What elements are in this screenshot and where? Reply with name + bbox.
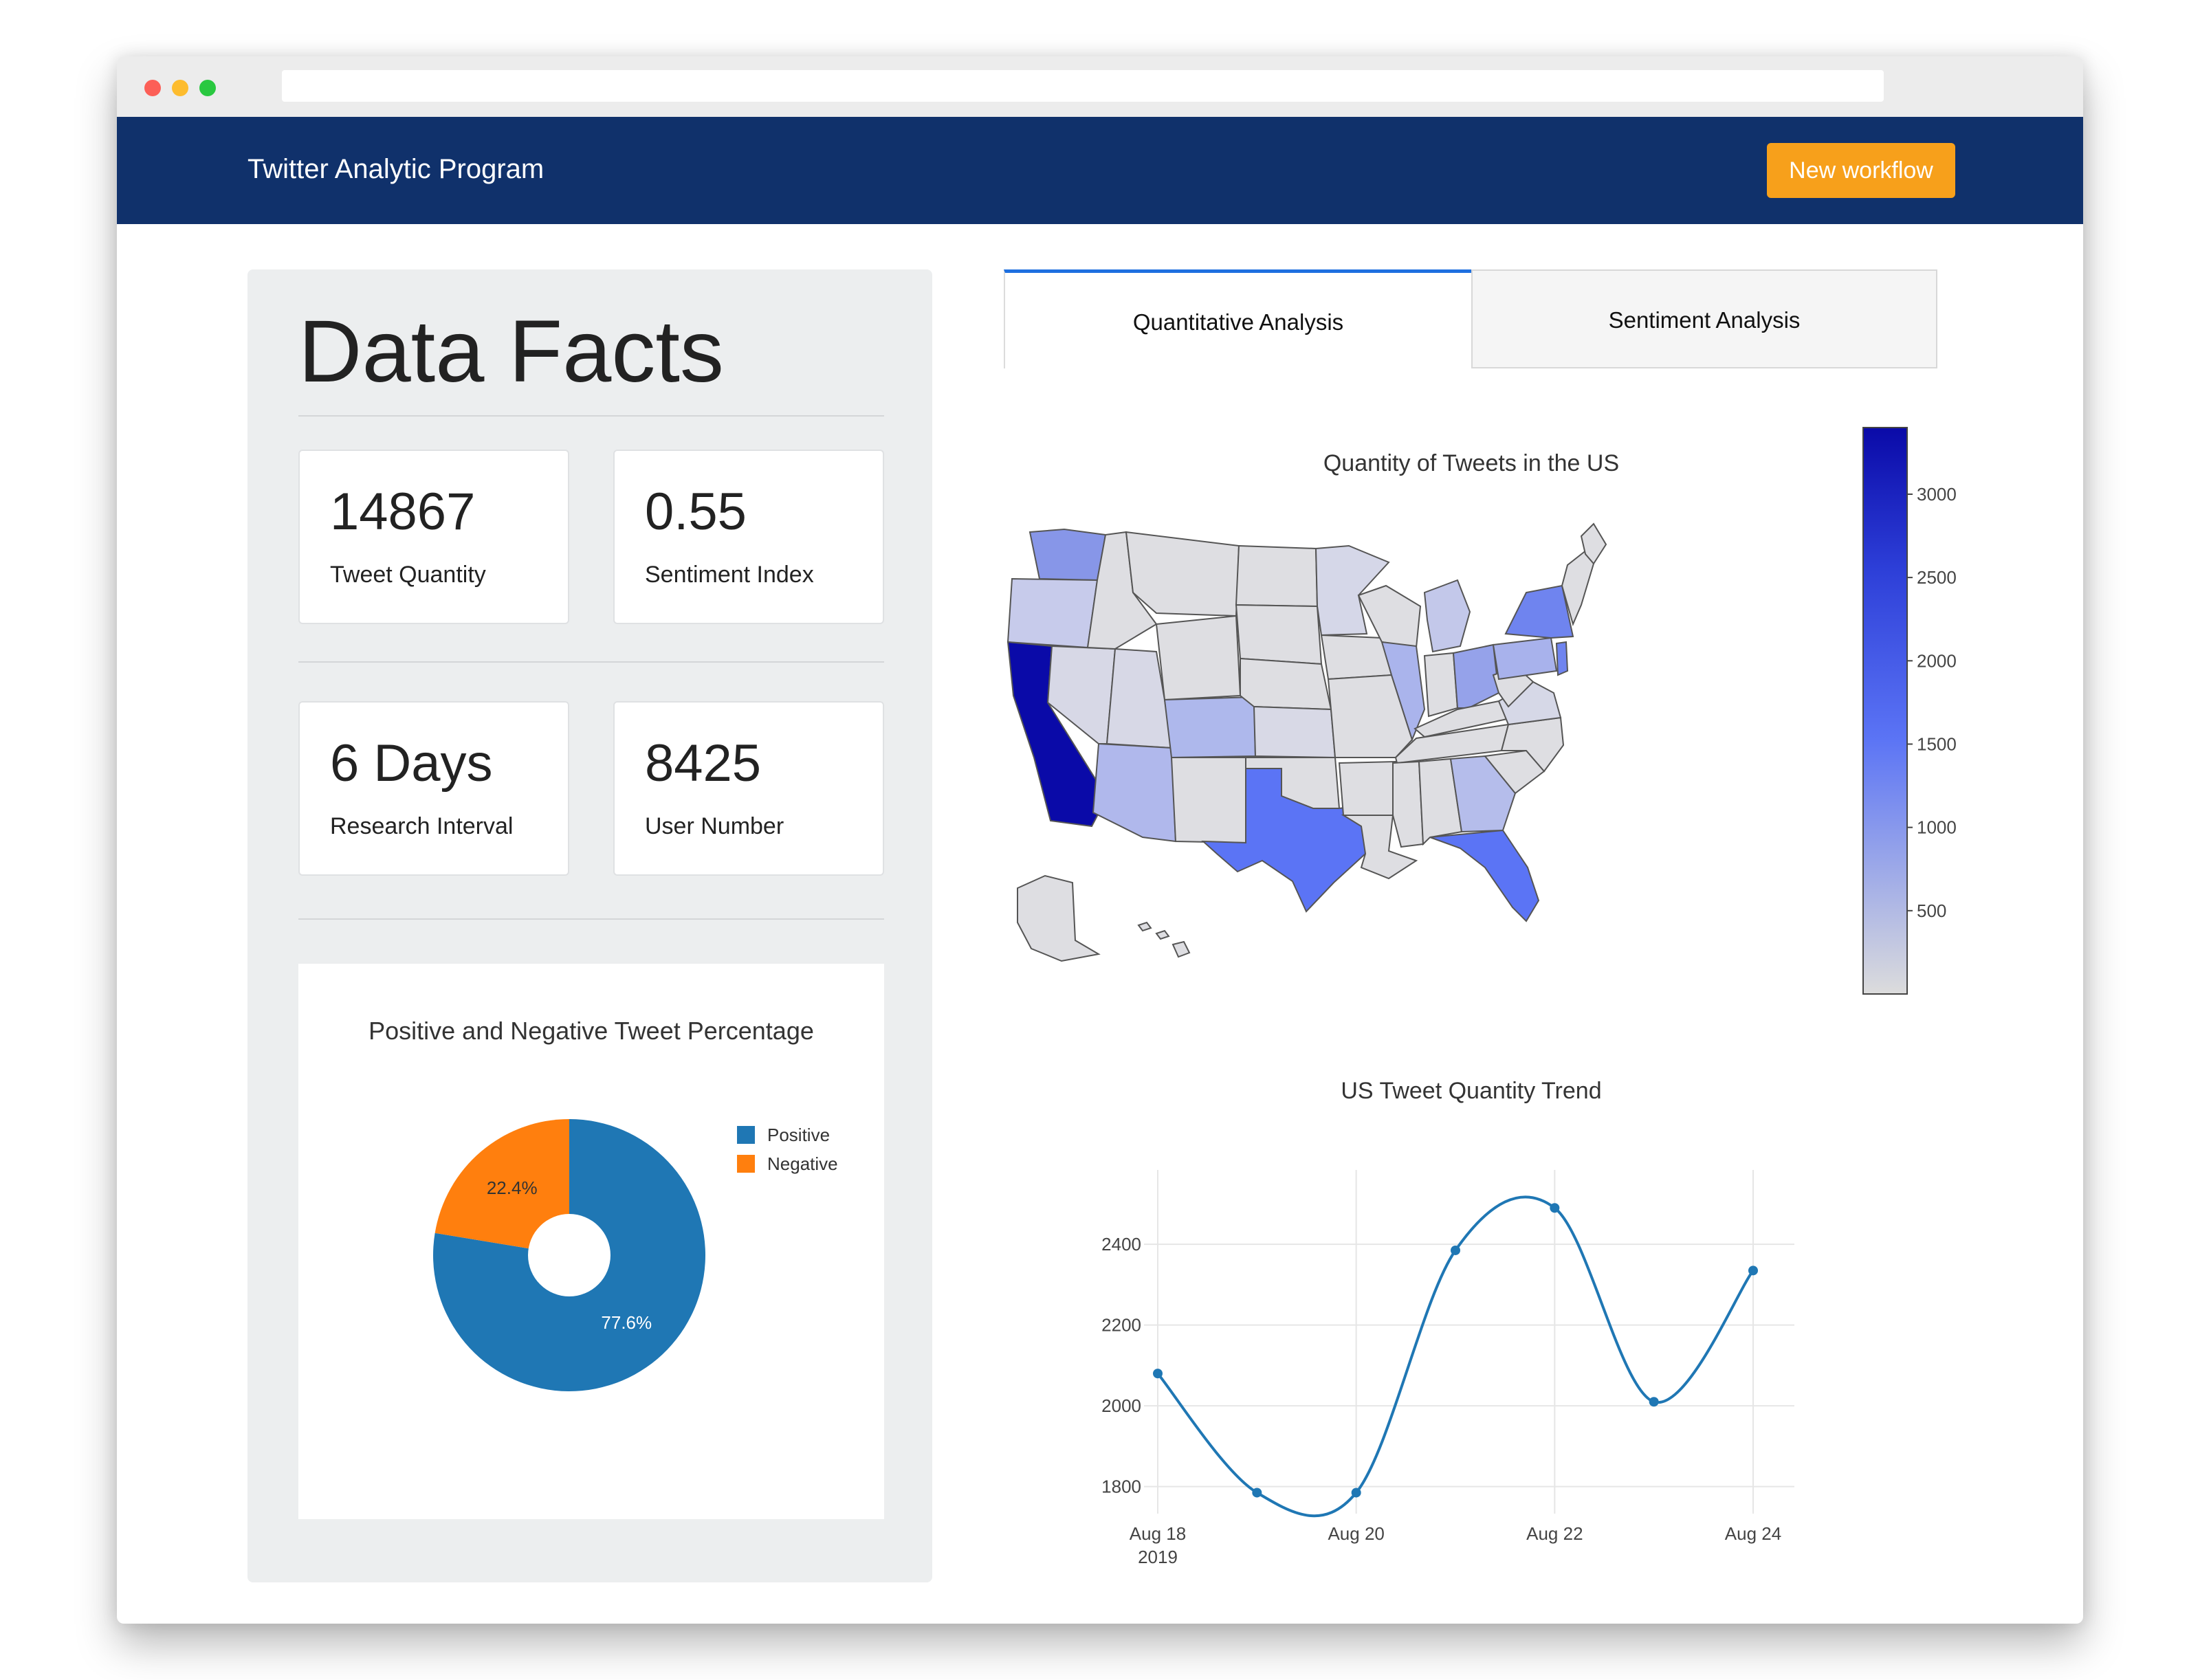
trend-data-point[interactable]	[1153, 1369, 1163, 1379]
colorbar-tick-label: 2000	[1917, 650, 1957, 671]
trend-data-point[interactable]	[1351, 1488, 1361, 1498]
x-tick-label: Aug 18	[1130, 1523, 1186, 1544]
pie-value-label: 77.6%	[601, 1312, 652, 1333]
us-choropleth-map: Quantity of Tweets in the US 30002500200…	[1006, 427, 1957, 995]
x-tick-label: Aug 24	[1725, 1523, 1781, 1544]
state-colorado[interactable]	[1163, 696, 1257, 759]
state-alaska[interactable]	[1017, 874, 1101, 962]
pie-value-label: 22.4%	[487, 1178, 538, 1198]
analysis-tabs: Quantitative Analysis Sentiment Analysis	[1004, 269, 1939, 368]
sentiment-index-card: 0.55 Sentiment Index	[613, 450, 884, 624]
browser-window: Twitter Analytic Program New workflow Da…	[117, 56, 2083, 1624]
tab-sentiment-analysis[interactable]: Sentiment Analysis	[1471, 269, 1937, 368]
data-facts-heading: Data Facts	[298, 302, 724, 401]
state-kansas[interactable]	[1253, 705, 1336, 759]
trend-chart-panel: US Tweet Quantity Trend Aug 18 2019 Aug 20…	[1004, 1019, 1939, 1582]
research-interval-card: 6 Days Research Interval	[298, 701, 569, 876]
sentiment-pie-chart: Positive and Negative Tweet Percentage 7…	[368, 1017, 838, 1391]
sentiment-index-value: 0.55	[645, 483, 747, 541]
colorbar-tick-label: 1500	[1917, 733, 1957, 754]
state-indiana[interactable]	[1423, 652, 1459, 718]
trend-line-chart: US Tweet Quantity Trend Aug 18 2019 Aug 20…	[1101, 1078, 1794, 1567]
tweet-quantity-card: 14867 Tweet Quantity	[298, 450, 569, 624]
tweet-quantity-label: Tweet Quantity	[330, 562, 486, 588]
us-map-panel: Quantity of Tweets in the US 3000 2500 2…	[1004, 386, 1966, 1019]
top-navbar: Twitter Analytic Program New workflow	[117, 117, 2083, 224]
app-title[interactable]: Twitter Analytic Program	[248, 150, 544, 188]
state-arkansas[interactable]	[1338, 760, 1397, 816]
state-new-mexico[interactable]	[1170, 757, 1246, 844]
state-new-york[interactable]	[1504, 584, 1574, 639]
state-arizona[interactable]	[1092, 742, 1177, 843]
state-washington[interactable]	[1028, 528, 1107, 582]
browser-chrome	[117, 56, 2083, 117]
user-number-value: 8425	[645, 734, 762, 793]
legend-swatch[interactable]	[737, 1155, 755, 1173]
x-tick-year-label: 2019	[1138, 1547, 1178, 1567]
state-ohio[interactable]	[1452, 643, 1500, 709]
map-title: Quantity of Tweets in the US	[1323, 450, 1619, 476]
data-facts-panel: Data Facts 14867 Tweet Quantity 0.55 Sen…	[248, 269, 932, 1582]
new-workflow-button[interactable]: New workflow	[1767, 143, 1955, 198]
divider	[298, 918, 884, 920]
minimize-window-icon[interactable]	[172, 80, 188, 96]
state-nebraska[interactable]	[1240, 657, 1332, 711]
legend-label[interactable]: Negative	[767, 1153, 838, 1174]
state-north-dakota[interactable]	[1235, 544, 1319, 608]
state-oregon[interactable]	[1006, 577, 1099, 649]
trend-data-point[interactable]	[1451, 1245, 1460, 1255]
x-tick-label: Aug 22	[1526, 1523, 1583, 1544]
pie-hole	[528, 1214, 610, 1296]
colorbar-tick-label: 500	[1917, 900, 1946, 921]
state-mississippi[interactable]	[1392, 760, 1424, 848]
y-tick-label: 1800	[1101, 1477, 1141, 1497]
pie-chart-title: Positive and Negative Tweet Percentage	[368, 1017, 814, 1045]
sentiment-index-label: Sentiment Index	[645, 562, 814, 588]
research-interval-label: Research Interval	[330, 813, 514, 839]
divider	[298, 661, 884, 663]
maximize-window-icon[interactable]	[199, 80, 216, 96]
divider	[298, 415, 884, 417]
sentiment-pie-card: Positive and Negative Tweet Percentage 7…	[298, 964, 884, 1519]
x-tick-label: Aug 20	[1328, 1523, 1384, 1544]
y-tick-label: 2200	[1101, 1315, 1141, 1336]
colorbar-tick-label: 1000	[1917, 817, 1957, 838]
state-new-jersey[interactable]	[1555, 641, 1569, 676]
state-hawaii[interactable]	[1137, 921, 1191, 958]
tab-quantitative-analysis[interactable]: Quantitative Analysis	[1004, 269, 1471, 368]
trend-data-point[interactable]	[1252, 1488, 1262, 1498]
tweet-quantity-value: 14867	[330, 483, 476, 541]
state-michigan[interactable]	[1423, 579, 1471, 653]
close-window-icon[interactable]	[144, 80, 161, 96]
us-states	[1006, 522, 1607, 962]
y-tick-label: 2000	[1101, 1395, 1141, 1416]
address-bar[interactable]	[282, 70, 1884, 102]
legend-label[interactable]: Positive	[767, 1125, 830, 1145]
user-number-card: 8425 User Number	[613, 701, 884, 876]
state-wyoming[interactable]	[1155, 615, 1242, 701]
research-interval-value: 6 Days	[330, 734, 493, 793]
colorbar-tick-label: 2500	[1917, 567, 1957, 588]
legend-swatch[interactable]	[737, 1126, 755, 1144]
state-florida[interactable]	[1429, 829, 1540, 922]
colorbar-tick-label: 3000	[1917, 484, 1957, 505]
user-number-label: User Number	[645, 813, 784, 839]
map-colorbar	[1862, 427, 1908, 995]
trend-data-point[interactable]	[1748, 1265, 1758, 1276]
trend-data-point[interactable]	[1550, 1203, 1560, 1213]
trend-chart-title: US Tweet Quantity Trend	[1341, 1078, 1601, 1104]
state-montana[interactable]	[1125, 531, 1240, 617]
y-tick-label: 2400	[1101, 1234, 1141, 1255]
state-pennsylvania[interactable]	[1492, 637, 1558, 681]
trend-data-point[interactable]	[1649, 1397, 1659, 1407]
state-south-dakota[interactable]	[1235, 604, 1323, 665]
